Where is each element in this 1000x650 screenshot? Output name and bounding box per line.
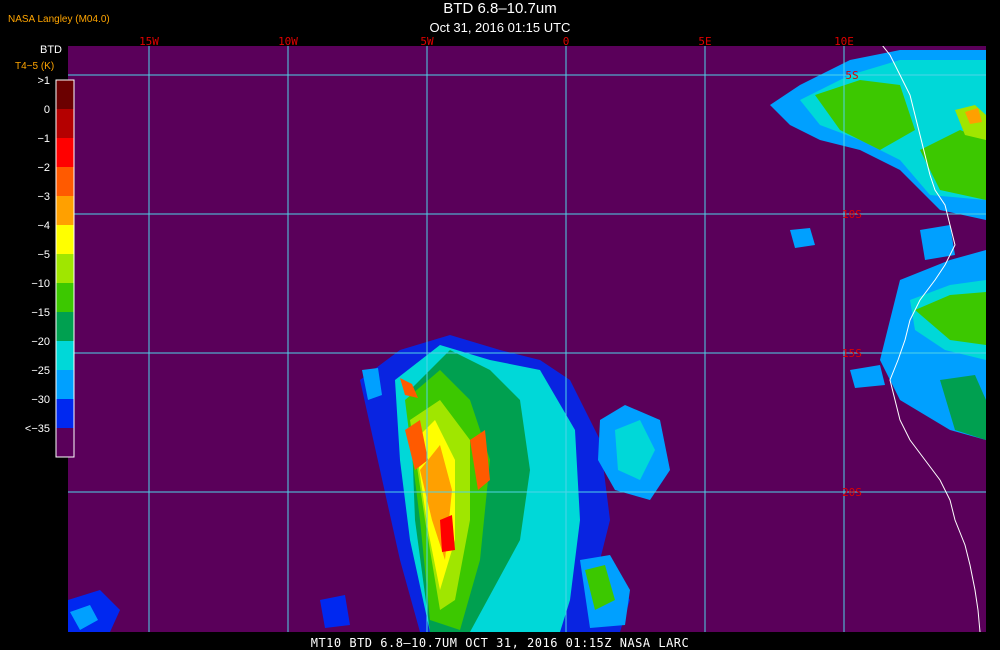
longitude-label: 10W [278, 35, 298, 48]
colorbar-units: T4−5 (K) [15, 61, 55, 72]
colorbar-swatch [56, 80, 74, 109]
longitude-label: 10E [834, 35, 854, 48]
colorbar-tick-label: 0 [44, 104, 50, 116]
colorbar-swatch [56, 283, 74, 312]
colorbar-tick-label: −2 [37, 162, 50, 174]
colorbar-tick-label: −15 [31, 307, 50, 319]
colorbar-tick-label: −10 [31, 278, 50, 290]
image-title: BTD 6.8–10.7um [443, 0, 557, 17]
colorbar-tick-label: −5 [37, 249, 50, 261]
colorbar-swatch [56, 196, 74, 225]
latitude-label: 20S [842, 486, 862, 499]
colorbar-swatch [56, 254, 74, 283]
colorbar-tick-label: −1 [37, 133, 50, 145]
colorbar-swatch [56, 167, 74, 196]
colorbar-tick-label: −4 [37, 220, 50, 232]
cloud-region [320, 595, 350, 628]
colorbar-swatch [56, 341, 74, 370]
longitude-label: 0 [563, 35, 570, 48]
colorbar-tick-label: −20 [31, 336, 50, 348]
longitude-label: 5W [420, 35, 434, 48]
colorbar-tick-label: −3 [37, 191, 50, 203]
footer-caption: MT10 BTD 6.8–10.7UM OCT 31, 2016 01:15Z … [310, 636, 690, 650]
colorbar-tick-label: −30 [31, 394, 50, 406]
latitude-label: 5S [845, 69, 858, 82]
longitude-label: 15W [139, 35, 159, 48]
colorbar-swatch [56, 225, 74, 254]
colorbar-swatch [56, 370, 74, 399]
colorbar-tick-label: −25 [31, 365, 50, 377]
latitude-label: 15S [842, 347, 862, 360]
colorbar-swatch [56, 428, 74, 457]
longitude-label: 5E [698, 35, 711, 48]
colorbar-swatch [56, 109, 74, 138]
colorbar-tick-label: >1 [37, 75, 50, 87]
colorbar-swatch [56, 399, 74, 428]
colorbar-swatch [56, 138, 74, 167]
colorbar-swatch [56, 312, 74, 341]
satellite-map: 15W 10W 5W 0 5E 10E 5S 10S 15S 20S >1 0 −1 −2 −3 −4 −5 −… [0, 0, 1000, 650]
image-timestamp: Oct 31, 2016 01:15 UTC [429, 20, 571, 35]
latitude-label: 10S [842, 208, 862, 221]
colorbar-tick-label: <−35 [25, 423, 50, 435]
colorbar-title: BTD [40, 44, 62, 56]
